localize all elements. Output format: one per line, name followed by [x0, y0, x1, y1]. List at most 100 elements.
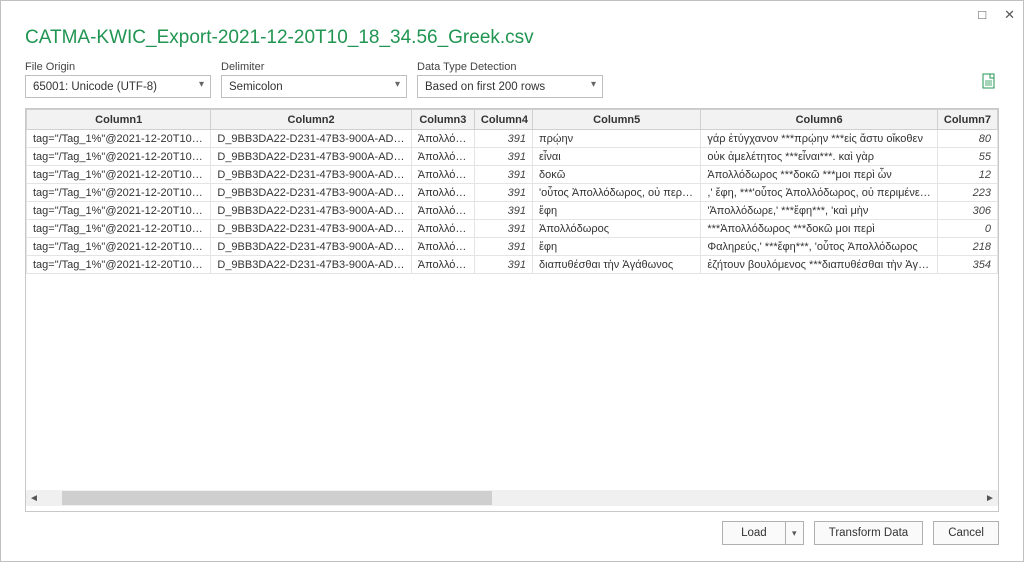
table-row[interactable]: tag="/Tag_1%"@2021-12-20T10:18:28.198D_9…: [27, 220, 998, 238]
header-row: Column1 Column2 Column3 Column4 Column5 …: [27, 110, 998, 130]
cell: 391: [474, 256, 532, 274]
cell: 223: [937, 184, 997, 202]
cell: tag="/Tag_1%"@2021-12-20T10:18:28.198: [27, 184, 211, 202]
table-row[interactable]: tag="/Tag_1%"@2021-12-20T10:18:28.198D_9…: [27, 202, 998, 220]
table-row[interactable]: tag="/Tag_1%"@2021-12-20T10:18:28.198D_9…: [27, 256, 998, 274]
cell: Ἀπολλόδωρος: [411, 256, 474, 274]
cell: 'Ἀπολλόδωρε,' ***ἔφη***, 'καὶ μὴν: [701, 202, 937, 220]
cell: Ἀπολλόδωρος: [411, 202, 474, 220]
cell: D_9BB3DA22-D231-47B3-900A-AD48239FB3FF: [211, 202, 411, 220]
delimiter-label: Delimiter: [221, 61, 407, 73]
dialog-footer: Load ▾ Transform Data Cancel: [722, 521, 999, 545]
detection-label: Data Type Detection: [417, 61, 603, 73]
cell: tag="/Tag_1%"@2021-12-20T10:18:28.198: [27, 166, 211, 184]
transform-data-button[interactable]: Transform Data: [814, 521, 923, 545]
load-button-group: Load ▾: [722, 521, 804, 545]
cell: Ἀπολλόδωρος: [411, 238, 474, 256]
cell: γάρ ἐτύγχανον ***πρῴην ***εἰς ἄστυ οἴκοθ…: [701, 130, 937, 148]
cell: 391: [474, 184, 532, 202]
cell: Ἀπολλόδωρος: [411, 148, 474, 166]
cell: Ἀπολλόδωρος: [411, 166, 474, 184]
cell: tag="/Tag_1%"@2021-12-20T10:18:28.198: [27, 220, 211, 238]
cell: D_9BB3DA22-D231-47B3-900A-AD48239FB3FF: [211, 256, 411, 274]
file-origin-dropdown[interactable]: 65001: Unicode (UTF-8): [25, 75, 211, 98]
cell: ἔφη: [533, 238, 701, 256]
detection-dropdown[interactable]: Based on first 200 rows: [417, 75, 603, 98]
close-icon[interactable]: ✕: [1004, 7, 1015, 23]
header: CATMA-KWIC_Export-2021-12-20T10_18_34.56…: [1, 1, 1023, 61]
table-row[interactable]: tag="/Tag_1%"@2021-12-20T10:18:28.198D_9…: [27, 148, 998, 166]
cell: Ἀπολλόδωρος: [533, 220, 701, 238]
cell: 391: [474, 238, 532, 256]
cell: tag="/Tag_1%"@2021-12-20T10:18:28.198: [27, 148, 211, 166]
cell: 218: [937, 238, 997, 256]
cell: D_9BB3DA22-D231-47B3-900A-AD48239FB3FF: [211, 220, 411, 238]
cell: 391: [474, 202, 532, 220]
table-row[interactable]: tag="/Tag_1%"@2021-12-20T10:18:28.198D_9…: [27, 130, 998, 148]
file-title: CATMA-KWIC_Export-2021-12-20T10_18_34.56…: [25, 27, 999, 49]
col-header-2[interactable]: Column2: [211, 110, 411, 130]
col-header-5[interactable]: Column5: [533, 110, 701, 130]
detection-control: Data Type Detection Based on first 200 r…: [417, 61, 603, 98]
cell: εἶναι: [533, 148, 701, 166]
table-row[interactable]: tag="/Tag_1%"@2021-12-20T10:18:28.198D_9…: [27, 238, 998, 256]
cell: tag="/Tag_1%"@2021-12-20T10:18:28.198: [27, 202, 211, 220]
cancel-button[interactable]: Cancel: [933, 521, 999, 545]
cell: ἐζήτουν βουλόμενος ***διαπυθέσθαι τὴν Ἀγ…: [701, 256, 937, 274]
cell: ***Ἀπολλόδωρος ***δοκῶ μοι περὶ: [701, 220, 937, 238]
cell: 80: [937, 130, 997, 148]
import-controls: File Origin 65001: Unicode (UTF-8) Delim…: [1, 61, 1023, 108]
load-dropdown-button[interactable]: ▾: [786, 521, 804, 545]
cell: 'οὗτος Ἀπολλόδωρος, οὐ περιμένεις;': [533, 184, 701, 202]
cell: 391: [474, 130, 532, 148]
cell: 306: [937, 202, 997, 220]
cell: 354: [937, 256, 997, 274]
cell: Ἀπολλόδωρος: [411, 184, 474, 202]
cell: 12: [937, 166, 997, 184]
cell: tag="/Tag_1%"@2021-12-20T10:18:28.198: [27, 238, 211, 256]
cell: 391: [474, 166, 532, 184]
file-origin-label: File Origin: [25, 61, 211, 73]
cell: πρῴην: [533, 130, 701, 148]
scroll-right-icon[interactable]: ►: [982, 493, 998, 504]
table-row[interactable]: tag="/Tag_1%"@2021-12-20T10:18:28.198D_9…: [27, 184, 998, 202]
load-button[interactable]: Load: [722, 521, 786, 545]
col-header-3[interactable]: Column3: [411, 110, 474, 130]
cell: D_9BB3DA22-D231-47B3-900A-AD48239FB3FF: [211, 166, 411, 184]
cell: διαπυθέσθαι τὴν Ἀγάθωνος: [533, 256, 701, 274]
cell: Ἀπολλόδωρος ***δοκῶ ***μοι περὶ ὧν: [701, 166, 937, 184]
col-header-6[interactable]: Column6: [701, 110, 937, 130]
delimiter-dropdown[interactable]: Semicolon: [221, 75, 407, 98]
file-origin-control: File Origin 65001: Unicode (UTF-8): [25, 61, 211, 98]
cell: Φαληρεύς,' ***ἔφη***, 'οὗτος Ἀπολλόδωρος: [701, 238, 937, 256]
cell: tag="/Tag_1%"@2021-12-20T10:18:28.198: [27, 256, 211, 274]
cell: ,' ἔφη, ***'οὗτος Ἀπολλόδωρος, οὐ περιμέ…: [701, 184, 937, 202]
cell: ἔφη: [533, 202, 701, 220]
cell: 55: [937, 148, 997, 166]
cell: οὐκ ἀμελέτητος ***εἶναι***. καὶ γὰρ: [701, 148, 937, 166]
scroll-left-icon[interactable]: ◄: [26, 493, 42, 504]
document-icon[interactable]: [981, 73, 997, 93]
cell: Ἀπολλόδωρος: [411, 220, 474, 238]
cell: D_9BB3DA22-D231-47B3-900A-AD48239FB3FF: [211, 148, 411, 166]
data-preview-grid: Column1 Column2 Column3 Column4 Column5 …: [25, 108, 999, 512]
cell: δοκῶ: [533, 166, 701, 184]
cell: 391: [474, 220, 532, 238]
cell: tag="/Tag_1%"@2021-12-20T10:18:28.198: [27, 130, 211, 148]
maximize-icon[interactable]: □: [978, 7, 986, 23]
cell: 391: [474, 148, 532, 166]
scroll-track[interactable]: [42, 491, 982, 505]
col-header-1[interactable]: Column1: [27, 110, 211, 130]
cell: Ἀπολλόδωρος: [411, 130, 474, 148]
col-header-4[interactable]: Column4: [474, 110, 532, 130]
cell: D_9BB3DA22-D231-47B3-900A-AD48239FB3FF: [211, 184, 411, 202]
titlebar: □ ✕: [978, 7, 1015, 23]
delimiter-control: Delimiter Semicolon: [221, 61, 407, 98]
cell: D_9BB3DA22-D231-47B3-900A-AD48239FB3FF: [211, 238, 411, 256]
cell: 0: [937, 220, 997, 238]
scroll-thumb[interactable]: [62, 491, 492, 505]
cell: D_9BB3DA22-D231-47B3-900A-AD48239FB3FF: [211, 130, 411, 148]
horizontal-scrollbar[interactable]: ◄ ►: [26, 490, 998, 506]
table-row[interactable]: tag="/Tag_1%"@2021-12-20T10:18:28.198D_9…: [27, 166, 998, 184]
col-header-7[interactable]: Column7: [937, 110, 997, 130]
